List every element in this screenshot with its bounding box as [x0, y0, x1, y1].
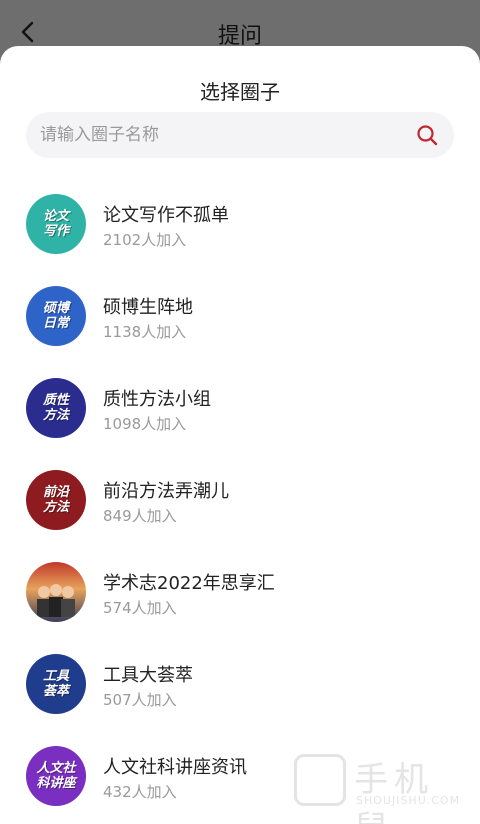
member-count: 1138人加入 [103, 323, 187, 341]
circle-name: 论文写作不孤单 [103, 205, 229, 226]
list-item[interactable]: 质性 方法 质性方法小组 1098人加入 [0, 350, 480, 442]
list-item[interactable]: 工具 荟萃 工具大荟萃 507人加入 [0, 626, 480, 718]
member-count: 574人加入 [103, 599, 177, 617]
watermark-text: 手机鼠 [354, 760, 434, 824]
circle-name: 工具大荟萃 [103, 665, 193, 686]
search-input[interactable] [40, 112, 400, 158]
circle-name: 人文社科讲座资讯 [103, 757, 247, 778]
circle-name: 前沿方法弄潮儿 [103, 481, 229, 502]
search-icon[interactable] [416, 124, 438, 146]
member-count: 849人加入 [103, 507, 177, 525]
list-item[interactable]: 学术志2022年思享汇 574人加入 [0, 534, 480, 626]
member-count: 432人加入 [103, 783, 177, 801]
member-count: 1098人加入 [103, 415, 187, 433]
circle-avatar: 工具 荟萃 [26, 654, 86, 714]
circle-avatar: 硕博 日常 [26, 286, 86, 346]
circle-avatar: 论文 写作 [26, 194, 86, 254]
watermark-icon [294, 754, 346, 806]
circle-list: 论文 写作 论文写作不孤单 2102人加入 硕博 日常 硕博生阵地 1138人加… [0, 166, 480, 810]
circle-avatar: 质性 方法 [26, 378, 86, 438]
circle-name: 硕博生阵地 [103, 297, 193, 318]
search-bar [26, 112, 454, 158]
watermark-logo: 手机鼠 SHOUJISHU.COM [294, 752, 461, 824]
circle-avatar: 前沿 方法 [26, 470, 86, 530]
circle-name: 学术志2022年思享汇 [103, 573, 275, 594]
circle-avatar-photo [26, 562, 86, 622]
sheet-title: 选择圈子 [200, 80, 280, 104]
list-item[interactable]: 前沿 方法 前沿方法弄潮儿 849人加入 [0, 442, 480, 534]
circle-picker-sheet: 选择圈子 论文 写作 论文写作不孤单 2102人加入 硕博 日常 硕博生阵地 1… [0, 46, 480, 824]
people-photo-icon [37, 584, 75, 617]
list-item[interactable]: 硕博 日常 硕博生阵地 1138人加入 [0, 258, 480, 350]
circle-avatar: 人文社 科讲座 [26, 746, 86, 806]
member-count: 2102人加入 [103, 231, 187, 249]
watermark-subtext: SHOUJISHU.COM [356, 794, 461, 807]
list-item[interactable]: 论文 写作 论文写作不孤单 2102人加入 [0, 166, 480, 258]
circle-name: 质性方法小组 [103, 389, 211, 410]
member-count: 507人加入 [103, 691, 177, 709]
